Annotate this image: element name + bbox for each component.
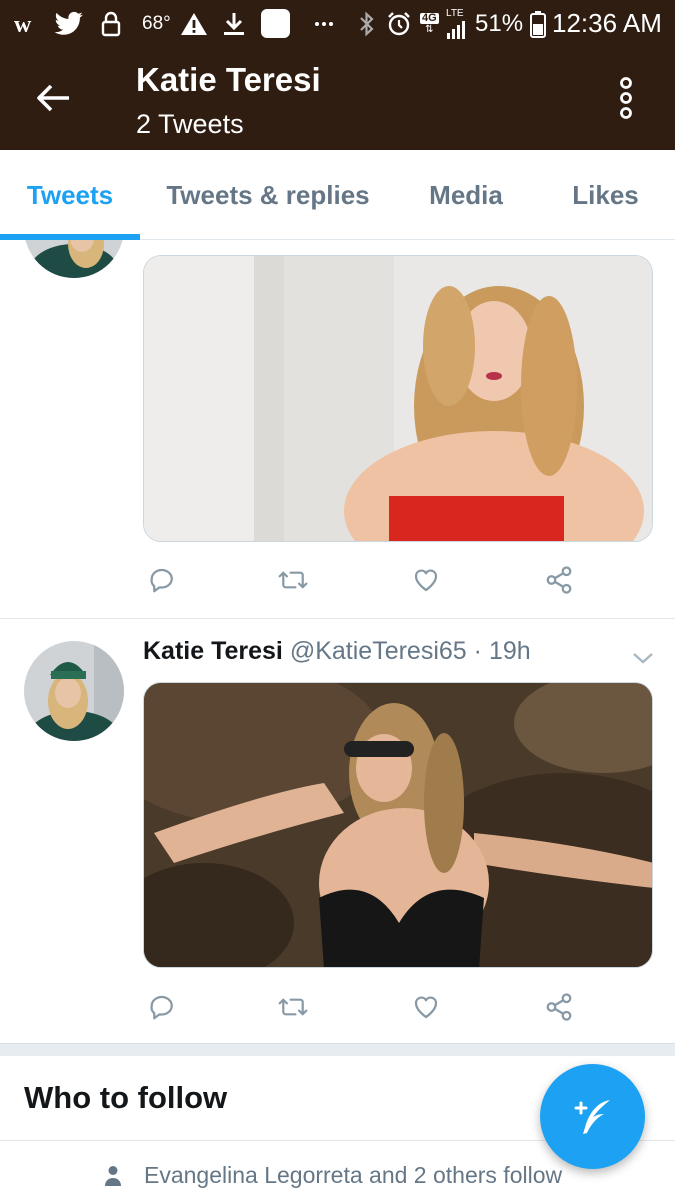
tweet-separator: ·	[473, 637, 482, 665]
follow-social-context: Evangelina Legorreta and 2 others follow	[104, 1162, 562, 1189]
share-button[interactable]	[539, 987, 579, 1027]
compose-feather-icon	[574, 1099, 610, 1134]
reply-button[interactable]	[143, 987, 183, 1027]
reply-button[interactable]	[143, 560, 183, 600]
tab-media[interactable]: Media	[396, 150, 536, 240]
tweet-count: 2 Tweets	[136, 109, 244, 139]
avatar[interactable]	[24, 641, 124, 741]
tweet-item[interactable]	[0, 178, 675, 618]
reply-icon	[150, 568, 173, 593]
tweet-timestamp: 19h	[488, 637, 531, 665]
temperature-label: 68°	[142, 12, 171, 34]
tab-likes[interactable]: Likes	[536, 150, 675, 240]
tweet-item[interactable]: Katie Teresi @KatieTeresi65 · 19h	[0, 619, 675, 1042]
photo-beach-sunglasses	[144, 683, 652, 967]
who-to-follow-heading: Who to follow	[24, 1080, 228, 1115]
signal-icon	[447, 20, 465, 39]
back-arrow-icon	[37, 84, 69, 112]
svg-text:w: w	[14, 12, 32, 36]
app-icon	[261, 0, 290, 47]
tab-tweets[interactable]: Tweets	[0, 150, 140, 240]
more-dots-icon	[314, 0, 334, 47]
status-bar: w 68° 4G ⇅ LTE 51% 12:36 AM	[0, 0, 675, 47]
retweet-icon	[278, 998, 308, 1016]
wish-icon: w	[14, 0, 44, 47]
tweet-author-handle[interactable]: @KatieTeresi65	[290, 637, 467, 665]
tweet-actions	[143, 987, 583, 1027]
photo-red-top	[144, 256, 652, 541]
retweet-icon	[278, 571, 308, 589]
retweet-button[interactable]	[273, 560, 313, 600]
like-icon	[414, 996, 438, 1019]
tweet-actions	[143, 560, 583, 600]
lte-label: LTE	[446, 7, 464, 19]
overflow-menu-button[interactable]	[606, 73, 646, 123]
like-button[interactable]	[406, 560, 446, 600]
social-context-text: Evangelina Legorreta and 2 others follow	[144, 1162, 563, 1188]
network-label: 4G	[420, 11, 439, 24]
profile-header: Katie Teresi 2 Tweets	[0, 47, 675, 150]
active-tab-indicator	[0, 234, 140, 240]
warning-icon	[180, 0, 208, 47]
clock: 12:36 AM	[552, 8, 662, 38]
tweet-author-name[interactable]: Katie Teresi	[143, 637, 283, 665]
tweet-media-photo[interactable]	[143, 255, 653, 542]
profile-name: Katie Teresi	[136, 61, 321, 98]
lock-icon	[100, 0, 122, 47]
tweet-header: Katie Teresi @KatieTeresi65 · 19h	[143, 637, 531, 666]
battery-percent: 51%	[475, 9, 524, 37]
retweet-button[interactable]	[273, 987, 313, 1027]
network-indicator: 4G ⇅	[420, 11, 439, 35]
tab-tweets-replies[interactable]: Tweets & replies	[140, 150, 396, 240]
profile-tabs: Tweets Tweets & replies Media Likes	[0, 150, 675, 240]
share-icon	[546, 566, 572, 594]
chevron-down-icon	[633, 653, 653, 664]
twitter-icon	[54, 0, 84, 47]
reply-icon	[150, 995, 173, 1020]
compose-tweet-button[interactable]	[540, 1064, 645, 1169]
back-button[interactable]	[30, 75, 76, 121]
vertical-dots-icon	[620, 77, 632, 119]
person-icon	[105, 1165, 121, 1186]
like-button[interactable]	[406, 987, 446, 1027]
bluetooth-icon	[358, 0, 376, 47]
alarm-icon	[386, 0, 412, 47]
tweet-media-photo[interactable]	[143, 682, 653, 968]
like-icon	[414, 569, 438, 592]
battery-icon	[530, 0, 546, 47]
share-button[interactable]	[539, 560, 579, 600]
tweet-menu-button[interactable]	[628, 643, 658, 673]
share-icon	[546, 993, 572, 1021]
section-separator	[0, 1043, 675, 1056]
download-icon	[222, 0, 246, 47]
signal-indicator: LTE	[446, 0, 470, 47]
